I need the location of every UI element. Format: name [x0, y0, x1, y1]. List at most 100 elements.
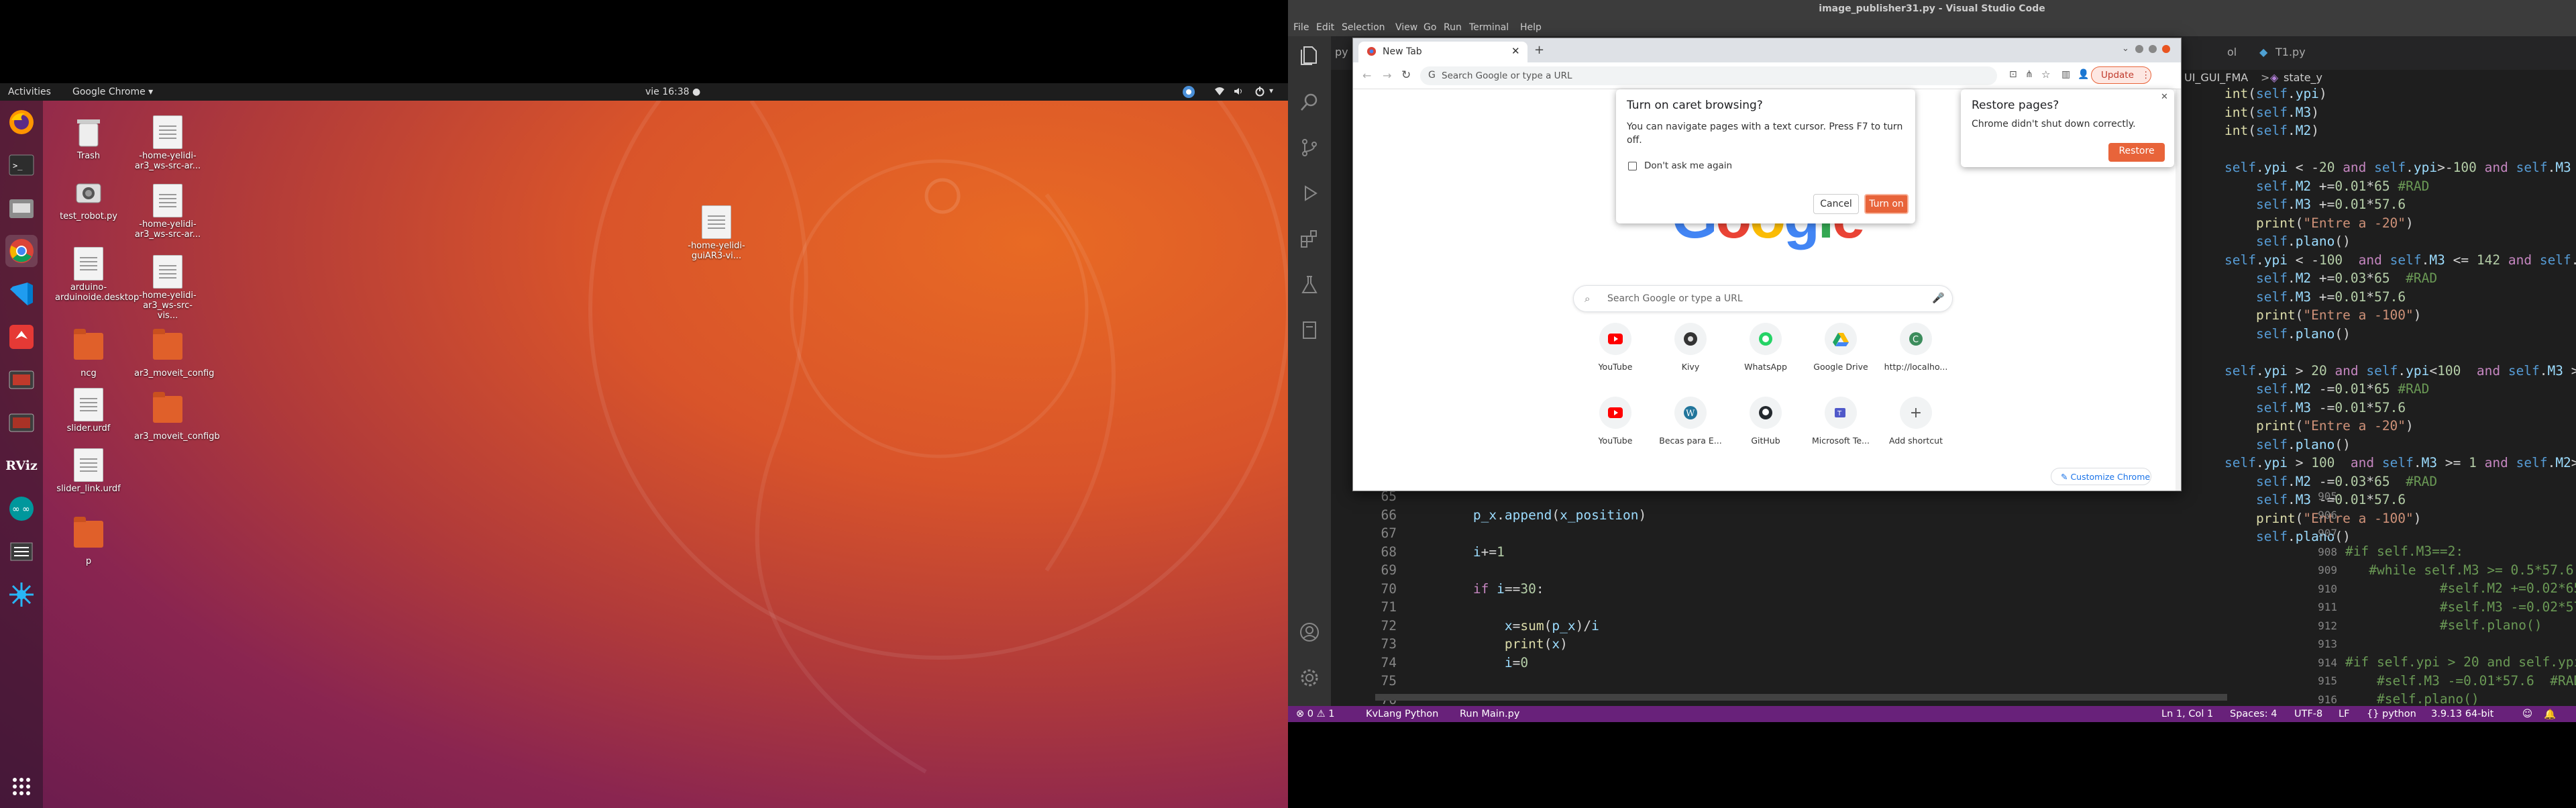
menu-view[interactable]: View [1395, 22, 1417, 33]
code-line[interactable]: #if self.M3==2: [2345, 542, 2576, 561]
screenshot-icon[interactable] [5, 364, 38, 396]
account-icon[interactable] [1299, 621, 1320, 643]
run-debug-icon[interactable] [1299, 183, 1320, 204]
code-line[interactable]: self.ypi > 20 and self.ypi<100 and self.… [2224, 362, 2576, 381]
extensions-icon[interactable] [1299, 228, 1320, 250]
code-line[interactable]: print(x) [1410, 635, 1646, 654]
trash-desktop-icon[interactable]: Trash [55, 115, 122, 161]
code-line[interactable]: x=sum(p_x)/i [1410, 617, 1646, 636]
code-line[interactable]: self.plano() [2224, 232, 2576, 251]
left-editor-code[interactable]: p_x.append(x_position) i+=1 if i==30: x=… [1410, 487, 1646, 709]
code-line[interactable]: print("Entre a -100") [2224, 509, 2576, 528]
code-line[interactable]: print("Entre a -100") [2224, 306, 2576, 325]
tab-t1[interactable]: T1.py [2275, 46, 2306, 58]
share-icon[interactable]: ⋔ [2025, 69, 2033, 80]
shortcut-tile[interactable]: WhatsApp [1729, 323, 1803, 372]
chrome-icon[interactable] [5, 235, 38, 267]
code-line[interactable]: self.plano() [2224, 325, 2576, 344]
code-line[interactable]: self.M3 -=0.01*57.6 [2224, 399, 2576, 417]
system-menu-chevron-icon[interactable]: ▾ [1269, 86, 1273, 95]
add-shortcut-tile[interactable]: + Add shortcut [1879, 397, 1953, 446]
search-icon[interactable] [1299, 91, 1320, 113]
tab-py[interactable]: py [1335, 46, 1348, 58]
firefox-icon[interactable] [5, 106, 38, 138]
problems-status[interactable]: ⊗ 0 ⚠ 1 [1296, 709, 1334, 719]
bookmark-star-icon[interactable]: ☆ [2041, 68, 2050, 81]
horizontal-scrollbar[interactable] [1375, 694, 2227, 701]
shortcut-tile[interactable]: Kivy [1654, 323, 1727, 372]
folder-desktop-icon[interactable]: ar3_moveit_configb [134, 391, 220, 442]
close-icon[interactable]: ✕ [2161, 92, 2168, 102]
code-line[interactable]: self.M3 +=0.01*57.6 [2224, 288, 2576, 307]
maximize-icon[interactable] [2149, 45, 2157, 53]
menu-go[interactable]: Go [1424, 22, 1436, 33]
code-line[interactable]: self.M3 -=0.01*57.6 [2224, 491, 2576, 509]
code-line[interactable]: self.M2 -=0.03*65 #RAD [2224, 472, 2576, 491]
file-desktop-icon[interactable]: -home-yelidi-guiAR3-vi... [683, 205, 750, 261]
breadcrumb-class[interactable]: UI_GUI_FMA [2184, 71, 2248, 84]
app-icon[interactable] [5, 321, 38, 353]
activities-button[interactable]: Activities [8, 87, 51, 97]
code-line[interactable]: int(self.ypi) [2224, 85, 2576, 103]
tab-new-tab[interactable]: New Tab ✕ [1358, 42, 1527, 62]
side-panel-icon[interactable]: ▥ [2061, 69, 2070, 80]
customize-chrome-button[interactable]: ✎ Customize Chrome [2051, 468, 2151, 485]
code-line[interactable] [1410, 561, 1646, 580]
code-line[interactable]: #self.M2 +=0.02*65 #RAD [2345, 579, 2576, 598]
code-line[interactable]: #self.M3 -=0.01*57.6 #RAD [2345, 672, 2576, 691]
volume-icon[interactable] [1233, 86, 1244, 99]
close-window-icon[interactable] [2162, 45, 2170, 53]
code-line[interactable]: print("Entre a -20") [2224, 417, 2576, 436]
tab-ol[interactable]: ol [2227, 46, 2237, 58]
dont-ask-checkbox[interactable] [1628, 162, 1637, 170]
indentation-status[interactable]: Spaces: 4 [2230, 709, 2277, 719]
file-desktop-icon[interactable]: slider.urdf [55, 388, 122, 434]
forward-icon[interactable]: → [1383, 69, 1391, 82]
arduino-icon[interactable]: ∞ ∞ [5, 493, 38, 525]
code-line[interactable]: print("Entre a -20") [2224, 214, 2576, 233]
reload-icon[interactable]: ↻ [1401, 68, 1411, 82]
bug-icon[interactable] [5, 578, 38, 611]
encoding-status[interactable]: UTF-8 [2294, 709, 2322, 719]
google-search-box[interactable]: ⌕ Search Google or type a URL 🎤 [1573, 285, 1953, 312]
explorer-icon[interactable] [1299, 44, 1320, 66]
code-line[interactable]: self.ypi > 100 and self.M3 >= 1 and self… [2224, 454, 2576, 472]
new-tab-plus-icon[interactable]: + [1534, 43, 1544, 57]
folder-desktop-icon[interactable]: ar3_moveit_config [134, 327, 214, 378]
right-editor-code-top[interactable]: int(self.ypi) int(self.M3) int(self.M2) se… [2224, 85, 2576, 546]
file-desktop-icon[interactable]: -home-yelidi-ar3_ws-src-ar... [134, 115, 201, 171]
folder-desktop-icon[interactable]: ncg [55, 327, 122, 378]
menu-run[interactable]: Run [1444, 22, 1462, 33]
shortcut-tile[interactable]: GitHub [1729, 397, 1803, 446]
code-line[interactable] [2224, 343, 2576, 362]
shortcut-tile[interactable]: C http://localho... [1879, 323, 1953, 372]
testing-icon[interactable] [1299, 274, 1320, 295]
language-status[interactable]: {} python [2367, 709, 2416, 719]
code-line[interactable]: i=0 [1410, 654, 1646, 672]
code-line[interactable]: self.M2 +=0.01*65 #RAD [2224, 177, 2576, 196]
file-desktop-icon[interactable]: -home-yelidi-ar3_ws-src-vis... [134, 255, 201, 321]
restore-button[interactable]: Restore [2108, 143, 2165, 162]
files-icon[interactable] [5, 192, 38, 224]
install-icon[interactable]: ⊡ [2009, 69, 2017, 80]
minimize-icon[interactable] [2135, 45, 2143, 53]
shortcut-tile[interactable]: W Becas para E... [1654, 397, 1727, 446]
close-tab-icon[interactable]: ✕ [1511, 45, 1520, 57]
right-editor-code-bottom[interactable]: #if self.M3==2: #while self.M3 >= 0.5*57… [2345, 542, 2576, 709]
omnibox[interactable]: G Search Google or type a URL [1420, 66, 1997, 85]
code-line[interactable]: self.M2 -=0.01*65 #RAD [2224, 380, 2576, 399]
turn-on-button[interactable]: Turn on [1864, 194, 1909, 214]
source-control-icon[interactable] [1299, 137, 1320, 158]
terminal-icon[interactable]: >_ [5, 149, 38, 181]
code-line[interactable]: self.plano() [2224, 436, 2576, 454]
clock[interactable]: vie 16:38 ● [645, 87, 700, 97]
chrome-indicator-icon[interactable] [1182, 85, 1195, 101]
code-line[interactable]: #self.M3 -=0.02*57.6 #RAD [2345, 598, 2576, 617]
code-line[interactable] [1410, 672, 1646, 691]
shortcut-tile[interactable]: Google Drive [1804, 323, 1878, 372]
code-line[interactable]: p_x.append(x_position) [1410, 506, 1646, 525]
back-icon[interactable]: ← [1362, 69, 1371, 82]
code-line[interactable]: self.M2 +=0.03*65 #RAD [2224, 269, 2576, 288]
power-icon[interactable] [1254, 86, 1265, 99]
app-menu[interactable]: Google Chrome ▾ [72, 87, 153, 97]
